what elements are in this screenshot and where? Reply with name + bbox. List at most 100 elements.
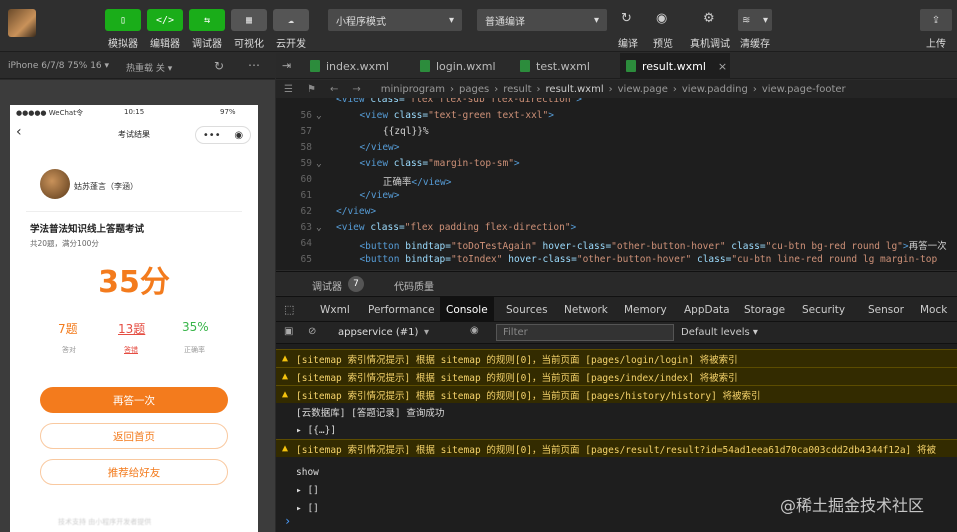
breadcrumb-item[interactable]: pages (459, 84, 489, 95)
device-select[interactable]: iPhone 6/7/8 75% 16 ▾ (8, 61, 109, 71)
console-text: [云数据库] [答题记录] 查询成功 (296, 408, 445, 419)
code-editor[interactable]: <view class="flex flex-sub flex-directio… (276, 98, 957, 270)
fold-icon[interactable]: ⌄ (316, 158, 322, 169)
tab-test[interactable]: test.wxml (514, 53, 606, 79)
hotreload-select[interactable]: 热重载 关 ▾ (126, 61, 172, 74)
line-number: 57 (300, 126, 312, 137)
upload-button[interactable]: ⇪ (920, 9, 952, 31)
breadcrumb-item[interactable]: result (503, 84, 531, 95)
fold-icon[interactable]: ⌄ (316, 110, 322, 121)
capsule-menu[interactable]: ••• ◉ (195, 126, 251, 144)
layers-icon: ≋ (742, 14, 751, 26)
breadcrumb-item[interactable]: miniprogram (381, 84, 445, 95)
tab-console[interactable]: Console (440, 297, 494, 323)
back-arrow-icon[interactable]: ← (330, 84, 338, 95)
code-line[interactable]: 59 ⌄ <view class="margin-top-sm"> (276, 158, 957, 174)
fold-icon[interactable]: ⌄ (316, 222, 322, 233)
editor-toggle-button[interactable]: </> (147, 9, 183, 31)
breadcrumb-separator: › (536, 83, 541, 95)
log-levels-select[interactable]: Default levels ▾ (681, 327, 758, 338)
tab-sources[interactable]: Sources (500, 297, 554, 323)
line-number: 56 (300, 110, 312, 121)
console-text: ▸ [] (296, 484, 319, 496)
panel-tab-label: Wxml (320, 304, 350, 316)
user-name: 姑苏蓬言（李涵） (74, 182, 138, 191)
tab-appdata[interactable]: AppData (678, 297, 736, 323)
close-icon[interactable]: × (718, 60, 727, 73)
home-button[interactable]: 返回首页 (40, 423, 228, 449)
mode-select[interactable]: 小程序模式 ▾ (328, 9, 462, 31)
retry-button[interactable]: 再答一次 (40, 387, 228, 413)
forward-arrow-icon[interactable]: → (352, 84, 360, 95)
bookmark-icon[interactable]: ⚑ (307, 84, 316, 95)
list-icon[interactable]: ☰ (284, 84, 293, 95)
code-text: </view> (336, 206, 377, 217)
mode-select-value: 小程序模式 (336, 16, 386, 28)
more-icon[interactable]: ⋯ (248, 58, 260, 72)
footer-text: 技术支持 由小程序开发者提供 (58, 518, 152, 526)
breadcrumb-item[interactable]: view.page-footer (762, 84, 846, 95)
filter-input[interactable]: Filter (496, 324, 674, 341)
more-dots-icon[interactable]: ••• (203, 130, 221, 141)
tab-mock[interactable]: Mock (914, 297, 953, 323)
eye-icon[interactable]: ◉ (470, 325, 479, 336)
tab-performance[interactable]: Performance (362, 297, 441, 323)
upload-label: 上传 (926, 39, 946, 50)
tab-wxml[interactable]: Wxml (314, 297, 356, 323)
debugger-toggle-button[interactable]: ⇆ (189, 9, 225, 31)
sidebar-toggle-icon[interactable]: ▣ (284, 326, 293, 337)
code-line[interactable]: 63 ⌄ <view class="flex padding flex-direct… (276, 222, 957, 238)
refresh-icon[interactable]: ↻ (214, 59, 224, 73)
cloud-dev-button[interactable]: ☁ (273, 9, 309, 31)
tab-debugger[interactable]: 调试器 (312, 278, 342, 293)
breadcrumb-item[interactable]: view.padding (682, 84, 748, 95)
compile-icon[interactable]: ↻ (621, 11, 632, 26)
console-log[interactable]: ▸ [{…}] (276, 421, 957, 439)
user-avatar[interactable] (8, 9, 36, 37)
code-line[interactable]: <view class="flex flex-sub flex-directio… (276, 98, 957, 110)
tab-network[interactable]: Network (558, 297, 614, 323)
line-number: 63 (300, 222, 312, 233)
tab-sensor[interactable]: Sensor (862, 297, 910, 323)
simulator-toggle-button[interactable]: ▯ (105, 9, 141, 31)
tab-code-quality[interactable]: 代码质量 (394, 278, 434, 293)
console-prompt[interactable]: › (284, 514, 291, 528)
visual-label: 可视化 (234, 39, 264, 50)
code-line[interactable]: 62 </view> (276, 206, 957, 222)
tab-result[interactable]: result.wxml × (620, 53, 730, 79)
close-circle-icon[interactable]: ◉ (234, 130, 243, 141)
console-warning: ▲ [sitemap 索引情况提示] 根据 sitemap 的规则[0]，当前页面… (276, 439, 957, 457)
tab-memory[interactable]: Memory (618, 297, 673, 323)
panel-tab-label: Security (802, 304, 846, 316)
visual-toggle-button[interactable]: ▦ (231, 9, 267, 31)
clock: 10:15 (124, 108, 145, 116)
console-log: [云数据库] [答题记录] 查询成功 (276, 403, 957, 421)
code-line[interactable]: 58 </view> (276, 142, 957, 158)
tab-index[interactable]: index.wxml (304, 53, 404, 79)
context-select[interactable]: appservice (#1) (338, 327, 418, 338)
clear-console-icon[interactable]: ⊘ (308, 326, 316, 337)
exam-title: 学法普法知识线上答题考试 (30, 224, 145, 235)
breadcrumb-item[interactable]: view.page (618, 84, 668, 95)
code-line[interactable]: 60 正确率</view> (276, 174, 957, 190)
code-line[interactable]: 56 ⌄ <view class="text-green text-xxl"> (276, 110, 957, 126)
remote-debug-icon[interactable]: ⚙ (703, 11, 715, 26)
tab-login[interactable]: login.wxml (414, 53, 510, 79)
tab-security[interactable]: Security (796, 297, 851, 323)
clear-cache-button[interactable]: ≋ ▾ (738, 9, 772, 31)
compile-select[interactable]: 普通编译 ▾ (477, 9, 607, 31)
code-line[interactable]: 57 {{zql}}% (276, 126, 957, 142)
share-button[interactable]: 推荐给好友 (40, 459, 228, 485)
stat-wrong-value[interactable]: 13题 (118, 320, 145, 337)
code-line[interactable]: 61 </view> (276, 190, 957, 206)
nav-bar: ‹ 考试结果 ••• ◉ (10, 119, 258, 149)
code-line[interactable]: 64 <button bindtap="toDoTestAgain" hover… (276, 238, 957, 254)
stat-rate-label: 正确率 (184, 346, 205, 354)
preview-icon[interactable]: ◉ (656, 11, 667, 26)
breadcrumb-item[interactable]: result.wxml (546, 84, 604, 95)
collapse-icon[interactable]: ⇥ (282, 59, 291, 72)
inspect-icon[interactable]: ⬚ (284, 303, 294, 316)
home-button-label: 返回首页 (113, 430, 155, 443)
code-line[interactable]: 65 <button bindtap="toIndex" hover-class… (276, 254, 957, 270)
tab-storage[interactable]: Storage (738, 297, 791, 323)
